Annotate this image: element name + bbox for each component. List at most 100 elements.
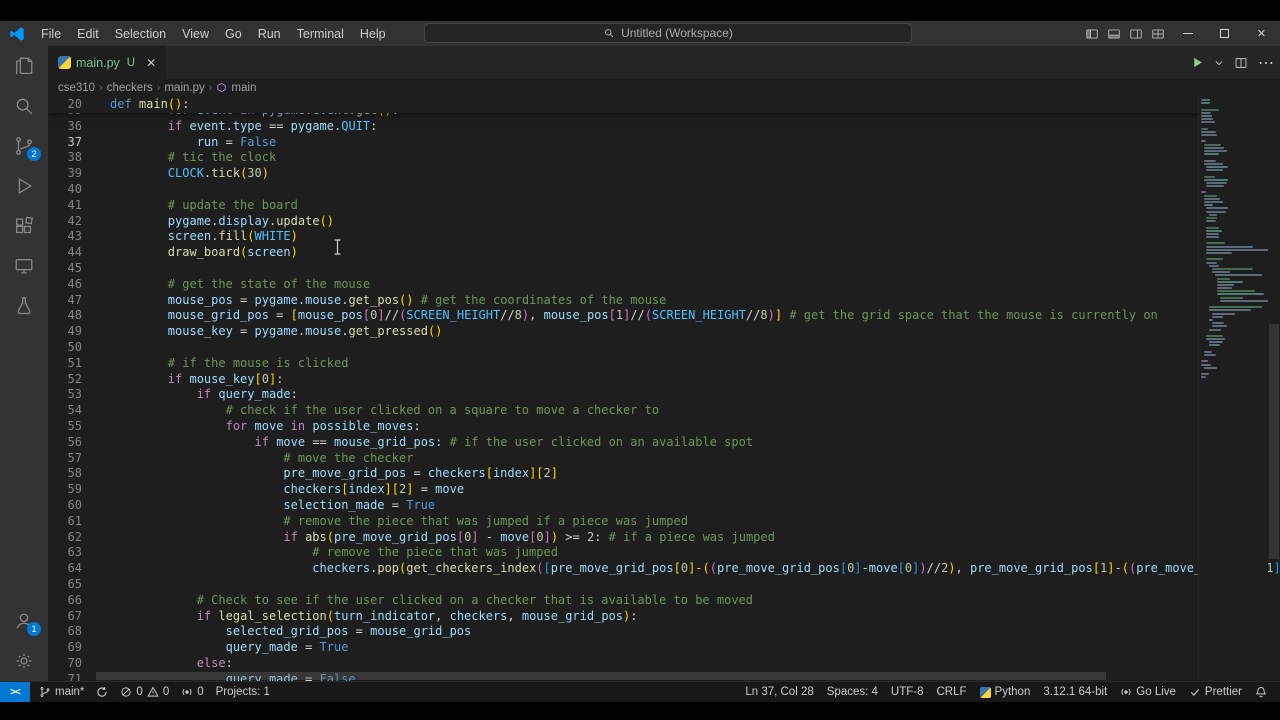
line-number[interactable]: 66 (48, 593, 82, 609)
code-line[interactable]: 64 checkers.pop(get_checkers_index([pre_… (48, 561, 1280, 577)
line-number[interactable]: 49 (48, 324, 82, 340)
code-line[interactable]: 70 else: (48, 656, 1280, 672)
go-live-button[interactable]: Go Live (1115, 686, 1181, 698)
run-python-file-button[interactable] (1191, 56, 1204, 69)
language-mode-status[interactable]: Python (975, 686, 1036, 698)
code-line[interactable]: 36 if event.type == pygame.QUIT: (48, 119, 1280, 135)
code-line[interactable]: 43 screen.fill(WHITE) (48, 229, 1280, 245)
line-number[interactable]: 50 (48, 340, 82, 356)
line-number[interactable]: 39 (48, 166, 82, 182)
code-editor[interactable]: 35 for event in pygame.event.get():36 if… (48, 96, 1280, 681)
code-line[interactable]: 20 def main(): (48, 96, 1198, 113)
line-number[interactable]: 51 (48, 356, 82, 372)
code-line[interactable]: 48 mouse_grid_pos = [mouse_pos[0]//(SCRE… (48, 308, 1280, 324)
source-control-icon[interactable]: 2 (0, 126, 48, 166)
code-line[interactable]: 39 CLOCK.tick(30) (48, 166, 1280, 182)
explorer-icon[interactable] (0, 46, 48, 86)
horizontal-scrollbar[interactable] (96, 672, 1106, 680)
code-line[interactable]: 51 # if the mouse is clicked (48, 356, 1280, 372)
line-number[interactable]: 69 (48, 640, 82, 656)
code-line[interactable]: 53 if query_made: (48, 387, 1280, 403)
command-center-search[interactable]: Untitled (Workspace) (424, 23, 912, 43)
line-number[interactable]: 44 (48, 245, 82, 261)
search-sidebar-icon[interactable] (0, 86, 48, 126)
line-number[interactable]: 68 (48, 624, 82, 640)
code-line[interactable]: 52 if mouse_key[0]: (48, 372, 1280, 388)
breadcrumb-cse310[interactable]: cse310 (58, 82, 95, 94)
menu-file[interactable]: File (33, 25, 69, 43)
code-line[interactable]: 69 query_made = True (48, 640, 1280, 656)
maximize-button[interactable] (1206, 21, 1243, 46)
toggle-sidebar-icon[interactable] (1081, 21, 1103, 46)
sticky-scroll-line[interactable]: 20 def main(): (48, 96, 1198, 113)
breadcrumb-main-py[interactable]: main.py (164, 82, 204, 94)
split-editor-icon[interactable] (1234, 56, 1248, 70)
notifications-bell-icon[interactable] (1250, 686, 1272, 698)
code-line[interactable]: 38 # tic the clock (48, 150, 1280, 166)
menu-terminal[interactable]: Terminal (289, 25, 352, 43)
minimap[interactable] (1198, 96, 1268, 681)
line-number[interactable]: 36 (48, 119, 82, 135)
code-line[interactable]: 41 # update the board (48, 198, 1280, 214)
code-line[interactable]: 58 pre_move_grid_pos = checkers[index][2… (48, 466, 1280, 482)
line-number[interactable]: 42 (48, 214, 82, 230)
line-number[interactable]: 61 (48, 514, 82, 530)
breadcrumb-main-symbol[interactable]: main (231, 82, 256, 94)
line-number[interactable]: 47 (48, 293, 82, 309)
code-line[interactable]: 47 mouse_pos = pygame.mouse.get_pos() # … (48, 293, 1280, 309)
customize-layout-icon[interactable] (1147, 21, 1169, 46)
code-line[interactable]: 62 if abs(pre_move_grid_pos[0] - move[0]… (48, 530, 1280, 546)
indentation-status[interactable]: Spaces: 4 (822, 686, 883, 698)
code-line[interactable]: 55 for move in possible_moves: (48, 419, 1280, 435)
line-number[interactable]: 20 (48, 96, 82, 113)
code-line[interactable]: 65 (48, 577, 1280, 593)
sync-changes-button[interactable] (91, 686, 113, 698)
line-number[interactable]: 63 (48, 545, 82, 561)
run-dropdown-caret-icon[interactable] (1214, 58, 1224, 68)
menu-run[interactable]: Run (250, 25, 289, 43)
line-number[interactable]: 43 (48, 229, 82, 245)
python-interpreter-status[interactable]: 3.12.1 64-bit (1038, 686, 1112, 698)
code-line[interactable]: 56 if move == mouse_grid_pos: # if the u… (48, 435, 1280, 451)
line-number[interactable]: 38 (48, 150, 82, 166)
line-number[interactable]: 54 (48, 403, 82, 419)
code-line[interactable]: 46 # get the state of the mouse (48, 277, 1280, 293)
code-line[interactable]: 60 selection_made = True (48, 498, 1280, 514)
code-line[interactable]: 54 # check if the user clicked on a squa… (48, 403, 1280, 419)
line-number[interactable]: 53 (48, 387, 82, 403)
line-number[interactable]: 62 (48, 530, 82, 546)
code-line[interactable]: 61 # remove the piece that was jumped if… (48, 514, 1280, 530)
menu-help[interactable]: Help (352, 25, 394, 43)
line-number[interactable]: 45 (48, 261, 82, 277)
tab-close-icon[interactable]: ✕ (146, 56, 156, 70)
line-number[interactable]: 71 (48, 672, 82, 681)
code-line[interactable]: 66 # Check to see if the user clicked on… (48, 593, 1280, 609)
line-number[interactable]: 41 (48, 198, 82, 214)
line-number[interactable]: 37 (48, 135, 82, 151)
line-number[interactable]: 65 (48, 577, 82, 593)
code-line[interactable]: 45 (48, 261, 1280, 277)
line-number[interactable]: 59 (48, 482, 82, 498)
remote-explorer-icon[interactable] (0, 246, 48, 286)
line-number[interactable]: 57 (48, 451, 82, 467)
vertical-scrollbar[interactable] (1269, 324, 1279, 559)
code-line[interactable]: 59 checkers[index][2] = move (48, 482, 1280, 498)
line-number[interactable]: 58 (48, 466, 82, 482)
cursor-position-status[interactable]: Ln 37, Col 28 (740, 686, 818, 698)
code-line[interactable]: 63 # remove the piece that was jumped (48, 545, 1280, 561)
testing-icon[interactable] (0, 286, 48, 326)
toggle-panel-icon[interactable] (1103, 21, 1125, 46)
line-number[interactable]: 52 (48, 372, 82, 388)
code-line[interactable]: 57 # move the checker (48, 451, 1280, 467)
code-line[interactable]: 44 draw_board(screen) (48, 245, 1280, 261)
encoding-status[interactable]: UTF-8 (886, 686, 929, 698)
line-number[interactable]: 48 (48, 308, 82, 324)
settings-gear-icon[interactable] (0, 641, 48, 681)
minimize-button[interactable] (1169, 21, 1206, 46)
code-line[interactable]: 50 (48, 340, 1280, 356)
line-number[interactable]: 56 (48, 435, 82, 451)
line-number[interactable]: 60 (48, 498, 82, 514)
line-number[interactable]: 70 (48, 656, 82, 672)
line-number[interactable]: 55 (48, 419, 82, 435)
tab-main-py[interactable]: main.py U ✕ (48, 46, 168, 79)
